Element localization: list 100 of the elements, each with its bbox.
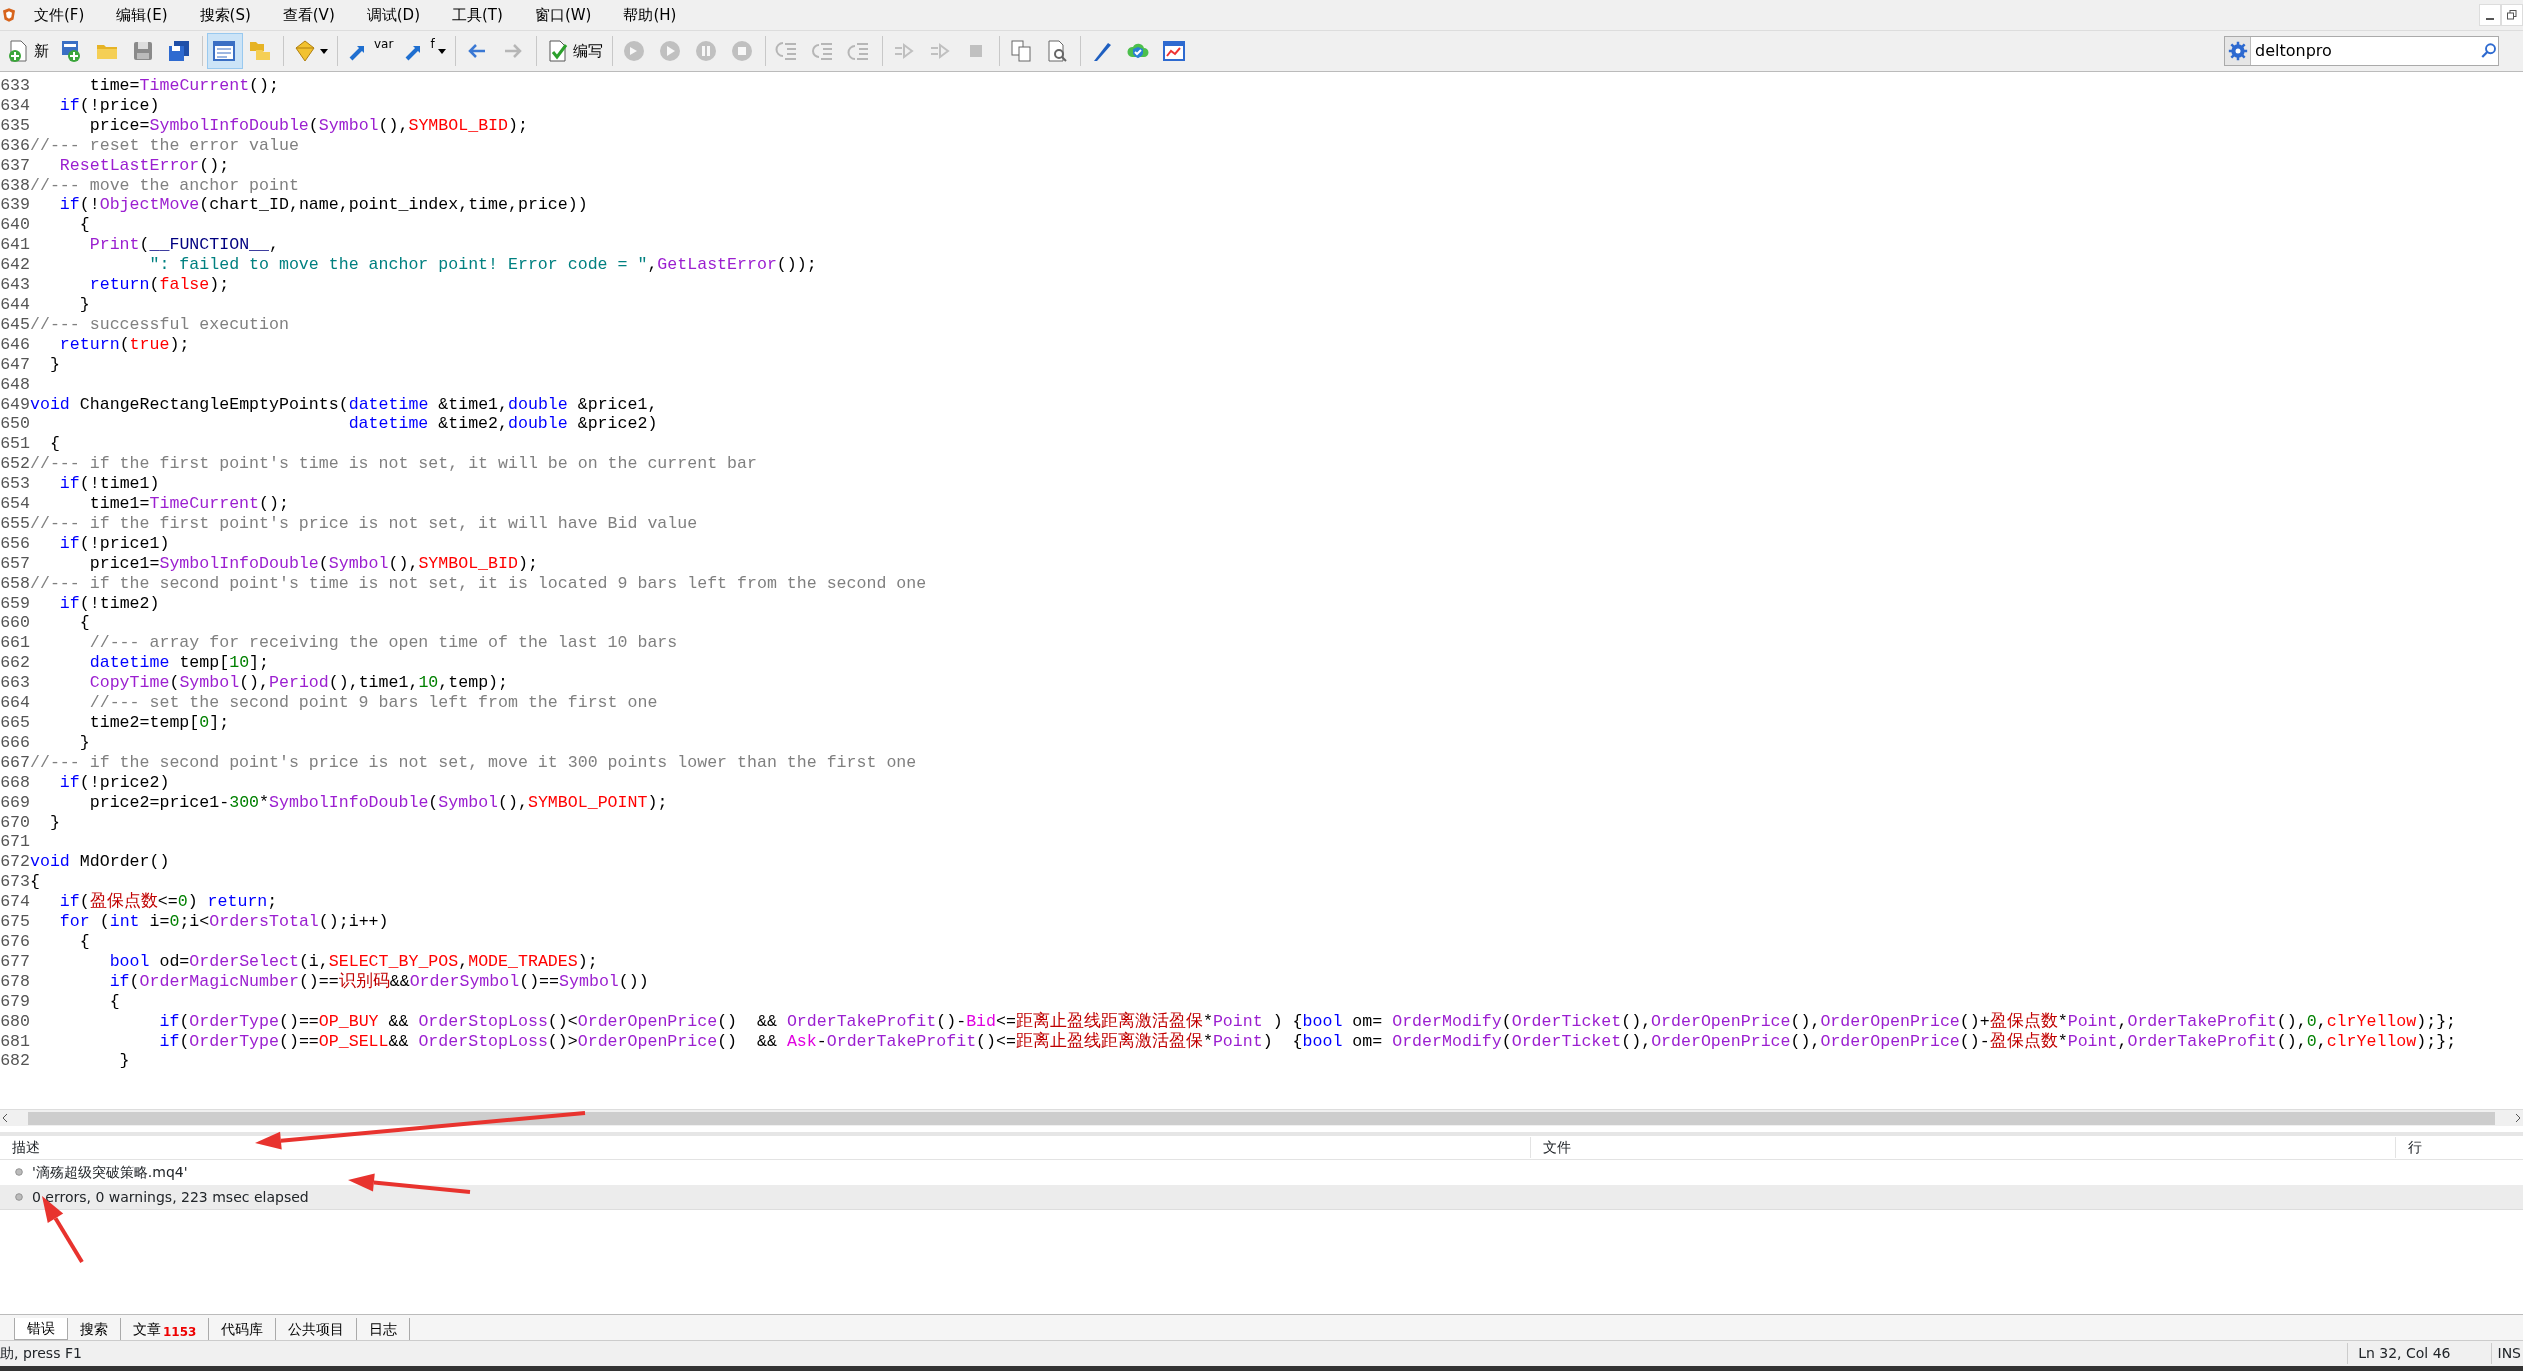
menu-item[interactable]: 搜索(S) xyxy=(183,3,267,27)
menu-item[interactable]: 窗口(W) xyxy=(518,3,608,27)
new-project-icon xyxy=(59,39,83,63)
pause-icon xyxy=(693,39,718,63)
settings-icon xyxy=(2227,41,2248,61)
line-number: 641 xyxy=(0,235,30,256)
code-line: if(!price1) xyxy=(58,533,170,554)
code-line: //--- successful execution xyxy=(30,314,289,335)
code-line: //--- if the second point's time is not set, it is located 9 bars left from the second one xyxy=(30,573,927,594)
code-line: ": failed to move the anchor point! Error code = ",GetLastError()); xyxy=(148,255,817,276)
toolbar-button[interactable]: 编写 xyxy=(540,33,608,69)
code-line: if(!price) xyxy=(58,95,160,116)
line-number: 642 xyxy=(0,255,30,276)
scroll-right-icon[interactable] xyxy=(2513,1112,2523,1124)
message-text: '滴殇超级突破策略.mq4' xyxy=(32,1162,188,1182)
code-line: //--- if the first point's time is not set, it will be on the current bar xyxy=(30,454,757,475)
code-line: if(!time2) xyxy=(58,593,160,614)
code-line: if(!price2) xyxy=(58,772,170,793)
restart-icon xyxy=(621,39,646,63)
line-number: 664 xyxy=(0,693,30,713)
line-number: 636 xyxy=(0,135,30,156)
code-line: if(!time1) xyxy=(58,474,160,495)
save-all-icon xyxy=(167,39,191,63)
line-number: 633 xyxy=(0,76,30,96)
line-number: 659 xyxy=(0,593,30,614)
line-number: 661 xyxy=(0,633,30,654)
code-line: if(!ObjectMove(chart_ID,name,point_index,time,price)) xyxy=(58,195,588,216)
code-line: if(OrderType()==OP_SELL&& OrderStopLoss()>OrderOpenPrice() && Ask-OrderTakeProfit()<=距离止盈线距离激活盈保*Point) {bool om= OrderModify(OrderTicket(),OrderOpenPrice(),OrderOpenPrice()-盈保点数*Point,OrderTakeProfit(),0,clrYellow);}; xyxy=(158,1031,2457,1052)
scroll-left-icon[interactable] xyxy=(0,1112,10,1124)
line-number: 657 xyxy=(0,553,30,574)
chart-window-icon xyxy=(1161,39,1186,63)
code-line: } xyxy=(48,354,60,375)
stop-icon xyxy=(729,39,754,63)
menu-item[interactable]: 查看(V) xyxy=(266,3,351,27)
menu-item[interactable]: 调试(D) xyxy=(350,3,436,27)
code-line: { xyxy=(48,434,60,455)
line-number: 646 xyxy=(0,334,30,355)
gem-icon xyxy=(293,39,317,63)
status-dot-icon xyxy=(14,1167,24,1177)
code-line: price1=SymbolInfoDouble(Symbol(),SYMBOL_BID); xyxy=(88,553,538,574)
toolbar-button[interactable]: 新 xyxy=(2,33,54,69)
panel-tab[interactable]: 错误 xyxy=(14,1318,68,1340)
code-line: //--- if the first point's price is not set, it will have Bid value xyxy=(30,513,698,534)
line-number: 644 xyxy=(0,294,30,315)
line-number: 638 xyxy=(0,175,30,196)
column-header[interactable]: 描述 xyxy=(0,1137,1530,1158)
toolbar-button[interactable] xyxy=(207,33,243,69)
line-number: 634 xyxy=(0,95,30,116)
toolbar-button[interactable]: var xyxy=(342,33,399,69)
code-line: { xyxy=(108,991,120,1012)
column-header[interactable]: 文件 xyxy=(1530,1137,2395,1158)
line-number: 658 xyxy=(0,573,30,594)
message-text: 0 errors, 0 warnings, 223 msec elapsed xyxy=(32,1187,309,1207)
menu-item[interactable]: 文件(F) xyxy=(18,3,101,27)
minimize-icon xyxy=(2486,18,2494,20)
code-line: //--- reset the error value xyxy=(30,135,299,156)
line-number: 662 xyxy=(0,653,30,674)
code-line: if(OrderType()==OP_BUY && OrderStopLoss()<OrderOpenPrice() && OrderTakeProfit()-Bid<=距离止盈线距离激活盈保*Point ) {bool om= OrderModify(OrderTicket(),OrderOpenPrice(),OrderOpenPrice()+盈保点数*Point,OrderTakeProfit(),0,clrYellow);}; xyxy=(158,1011,2457,1031)
column-header[interactable]: 行 xyxy=(2395,1137,2434,1158)
line-number: 645 xyxy=(0,314,30,335)
line-number: 639 xyxy=(0,195,30,216)
line-number: 649 xyxy=(0,394,30,415)
insert-mode: INS xyxy=(2490,1343,2523,1364)
code-line: void ChangeRectangleEmptyPoints(datetime &time1,double &price1, xyxy=(30,394,658,415)
line-number: 675 xyxy=(0,912,30,932)
app-icon xyxy=(0,6,18,24)
line-number: 682 xyxy=(0,1051,30,1072)
search-box[interactable]: deltonpro xyxy=(2224,36,2499,66)
minimize-button[interactable] xyxy=(2479,4,2501,26)
code-line: { xyxy=(78,613,90,634)
output-row[interactable]: 0 errors, 0 warnings, 223 msec elapsed xyxy=(0,1185,2523,1210)
menu-item[interactable]: 帮助(H) xyxy=(607,3,693,27)
code-line: if(盈保点数<=0) return; xyxy=(58,892,278,913)
copy-icon xyxy=(1008,39,1033,63)
restore-button[interactable] xyxy=(2501,4,2523,26)
status-dot-icon xyxy=(14,1192,24,1202)
dropdown-button[interactable]: f xyxy=(398,33,451,69)
code-line: { xyxy=(30,872,40,893)
save-icon xyxy=(131,39,155,63)
line-number: 665 xyxy=(0,713,30,733)
status-help-text: 助, press F1 xyxy=(0,1344,82,1363)
line-number: 666 xyxy=(0,732,30,753)
menu-item[interactable]: 工具(T) xyxy=(436,3,519,27)
code-line: time1=TimeCurrent(); xyxy=(88,494,289,514)
code-line: { xyxy=(78,931,90,952)
line-number: 653 xyxy=(0,474,30,495)
line-number: 670 xyxy=(0,812,30,833)
line-number: 672 xyxy=(0,852,30,873)
line-number: 635 xyxy=(0,115,30,136)
line-number: 679 xyxy=(0,991,30,1012)
caret-icon xyxy=(437,48,446,54)
line-number: 640 xyxy=(0,215,30,236)
folders-icon xyxy=(248,39,272,63)
horizontal-scrollbar[interactable] xyxy=(0,1109,2523,1126)
code-line: ResetLastError(); xyxy=(58,155,230,176)
line-number: 671 xyxy=(0,832,30,853)
line-number: 660 xyxy=(0,613,30,634)
menu-item[interactable]: 编辑(E) xyxy=(100,3,184,27)
code-line: Print(__FUNCTION__, xyxy=(88,235,279,256)
line-number: 652 xyxy=(0,454,30,475)
